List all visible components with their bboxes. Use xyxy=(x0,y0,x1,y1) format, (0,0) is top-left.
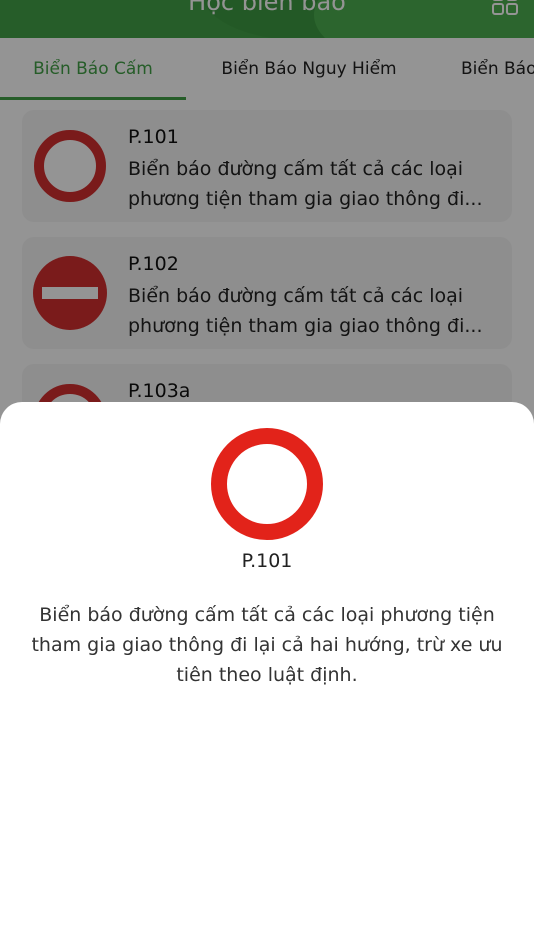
no-entry-all-vehicles-sign-icon xyxy=(211,428,323,540)
detail-sign-code: P.101 xyxy=(241,550,293,572)
sign-detail-sheet: P.101 Biển báo đường cấm tất cả các loại… xyxy=(0,402,534,950)
detail-sign-description: Biển báo đường cấm tất cả các loại phươn… xyxy=(31,604,503,686)
